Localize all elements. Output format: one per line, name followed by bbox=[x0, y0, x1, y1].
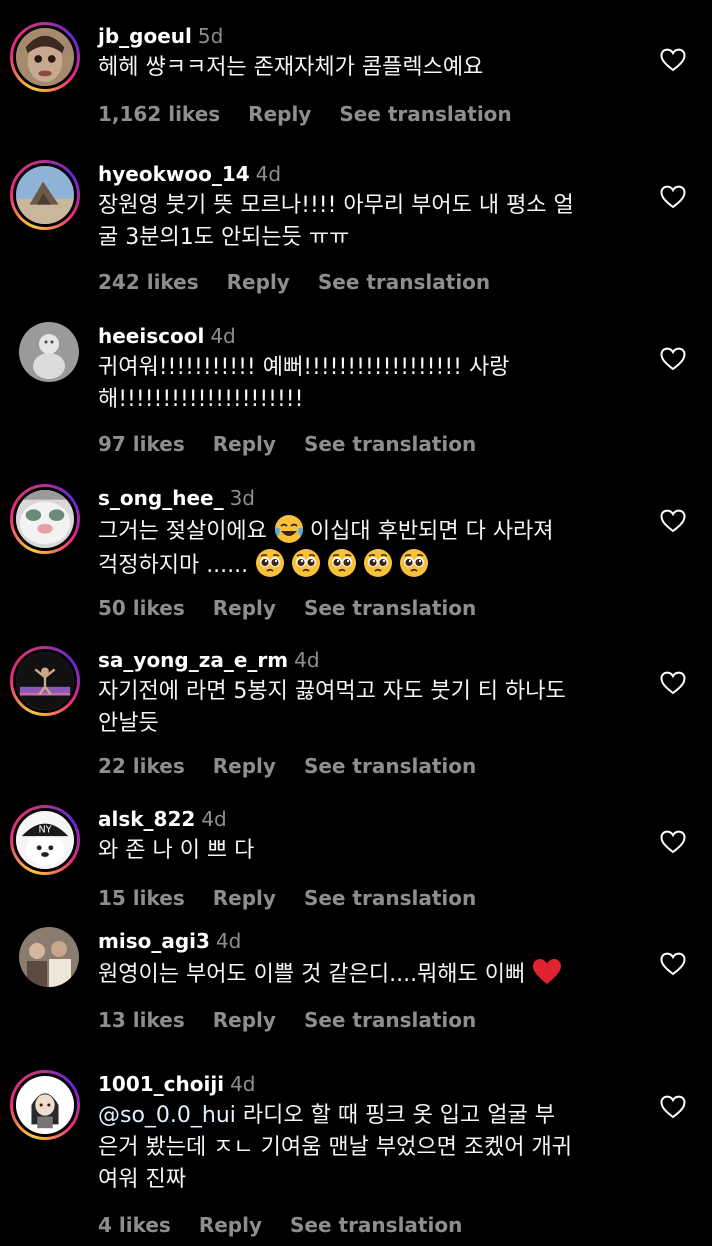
comment-actions: 22 likes Reply See translation bbox=[98, 754, 504, 778]
comment-text-line: 그거는 젖살이에요 bbox=[98, 519, 267, 544]
see-translation-button[interactable]: See translation bbox=[339, 102, 511, 126]
comment-actions: 50 likes Reply See translation bbox=[98, 596, 504, 620]
comment-text: 헤헤 썅ㅋㅋ저는 존재자체가 콤플렉스예요 bbox=[98, 55, 484, 80]
comment-text: 원영이는 부어도 이쁠 것 같은디....뭐해도 이뻐 bbox=[98, 962, 526, 987]
heart-icon[interactable] bbox=[660, 509, 686, 533]
comment-text-line: 장원영 붓기 뜻 모르나!!!! 아무리 부어도 내 평소 얼 bbox=[98, 193, 574, 218]
heart-icon[interactable] bbox=[660, 48, 686, 72]
group-photo-avatar[interactable] bbox=[19, 927, 79, 987]
likes-count[interactable]: 50 likes bbox=[98, 596, 185, 620]
heart-icon[interactable] bbox=[660, 952, 686, 976]
comment-text-line: 해!!!!!!!!!!!!!!!!!!!!! bbox=[98, 387, 304, 412]
reply-button[interactable]: Reply bbox=[213, 596, 276, 620]
tears-of-joy-emoji bbox=[274, 514, 304, 544]
heart-icon[interactable] bbox=[660, 1095, 686, 1119]
pleading-face-emoji bbox=[255, 548, 285, 578]
comment-username[interactable]: s_ong_hee_ bbox=[98, 486, 224, 510]
reply-button[interactable]: Reply bbox=[199, 1213, 262, 1237]
heart-icon[interactable] bbox=[660, 185, 686, 209]
see-translation-button[interactable]: See translation bbox=[304, 754, 476, 778]
see-translation-button[interactable]: See translation bbox=[304, 596, 476, 620]
comment-username[interactable]: sa_yong_za_e_rm bbox=[98, 648, 288, 672]
see-translation-button[interactable]: See translation bbox=[290, 1213, 462, 1237]
comment-text-line: 굴 3분의1도 안되는듯 ㅠㅠ bbox=[98, 225, 350, 250]
heart-icon[interactable] bbox=[660, 830, 686, 854]
see-translation-button[interactable]: See translation bbox=[318, 270, 490, 294]
comment-text-line: 라디오 할 때 핑크 옷 입고 얼굴 부 bbox=[235, 1103, 555, 1128]
see-translation-button[interactable]: See translation bbox=[304, 1008, 476, 1032]
pleading-face-emoji bbox=[327, 548, 357, 578]
doll-face-avatar[interactable] bbox=[10, 22, 80, 92]
svg-text:NY: NY bbox=[38, 824, 51, 835]
see-translation-button[interactable]: See translation bbox=[304, 886, 476, 910]
likes-count[interactable]: 242 likes bbox=[98, 270, 199, 294]
reply-button[interactable]: Reply bbox=[213, 1008, 276, 1032]
rock-landscape-avatar[interactable] bbox=[10, 160, 80, 230]
likes-count[interactable]: 1,162 likes bbox=[98, 102, 220, 126]
reply-button[interactable]: Reply bbox=[248, 102, 311, 126]
heart-icon[interactable] bbox=[660, 347, 686, 371]
comment-time: 4d bbox=[230, 1072, 256, 1096]
cartoon-girl-avatar[interactable] bbox=[10, 1070, 80, 1140]
comment-text-line: 은거 봤는데 ㅈㄴ 기여움 맨날 부었으면 조켔어 개귀 bbox=[98, 1135, 572, 1160]
comment-actions: 97 likes Reply See translation bbox=[98, 432, 504, 456]
dancer-avatar[interactable] bbox=[10, 646, 80, 716]
reply-button[interactable]: Reply bbox=[213, 886, 276, 910]
comment-username[interactable]: 1001_choiji bbox=[98, 1072, 224, 1096]
comment-username[interactable]: jb_goeul bbox=[98, 24, 192, 48]
comment-time: 3d bbox=[229, 486, 255, 510]
comment-time: 4d bbox=[294, 648, 320, 672]
comment-actions: 13 likes Reply See translation bbox=[98, 1008, 504, 1032]
red-heart-emoji bbox=[532, 957, 562, 987]
comments-feed: jb_goeul 5d 헤헤 썅ㅋㅋ저는 존재자체가 콤플렉스예요 1,162 l… bbox=[0, 0, 712, 1246]
comment-text-line: 귀여워!!!!!!!!!!! 예뻐!!!!!!!!!!!!!!!!!! 사랑 bbox=[98, 355, 510, 380]
comment-actions: 4 likes Reply See translation bbox=[98, 1213, 490, 1237]
comment-text-line: 안날듯 bbox=[98, 711, 159, 736]
heart-icon[interactable] bbox=[660, 671, 686, 695]
pleading-face-emoji bbox=[291, 548, 321, 578]
cat-face-avatar[interactable] bbox=[10, 484, 80, 554]
pleading-face-emoji bbox=[363, 548, 393, 578]
reply-button[interactable]: Reply bbox=[213, 432, 276, 456]
comment-actions: 15 likes Reply See translation bbox=[98, 886, 504, 910]
comment-username[interactable]: alsk_822 bbox=[98, 807, 195, 831]
comment-text-line: 이십대 후반되면 다 사라져 bbox=[309, 519, 554, 544]
comment-time: 4d bbox=[201, 807, 227, 831]
comment-username[interactable]: heeiscool bbox=[98, 324, 204, 348]
comment-text: 와 존 나 이 쁘 다 bbox=[98, 838, 255, 863]
comment-time: 4d bbox=[210, 324, 236, 348]
comment-username[interactable]: hyeokwoo_14 bbox=[98, 162, 250, 186]
likes-count[interactable]: 97 likes bbox=[98, 432, 185, 456]
comment-text-line: 여워 진짜 bbox=[98, 1167, 186, 1192]
mention-link[interactable]: @so_0.0_hui bbox=[98, 1103, 236, 1128]
comment-time: 4d bbox=[255, 162, 282, 186]
reply-button[interactable]: Reply bbox=[213, 754, 276, 778]
likes-count[interactable]: 13 likes bbox=[98, 1008, 185, 1032]
pleading-face-emoji bbox=[399, 548, 429, 578]
comment-time: 4d bbox=[215, 929, 242, 953]
comment-actions: 1,162 likes Reply See translation bbox=[98, 102, 540, 126]
snowman-avatar[interactable] bbox=[19, 322, 79, 382]
likes-count[interactable]: 22 likes bbox=[98, 754, 185, 778]
likes-count[interactable]: 15 likes bbox=[98, 886, 185, 910]
likes-count[interactable]: 4 likes bbox=[98, 1213, 171, 1237]
reply-button[interactable]: Reply bbox=[227, 270, 290, 294]
comment-text-line: 자기전에 라면 5봉지 끓여먹고 자도 붓기 티 하나도 bbox=[98, 679, 566, 704]
comment-actions: 242 likes Reply See translation bbox=[98, 270, 518, 294]
dog-cap-avatar[interactable]: NY bbox=[10, 805, 80, 875]
comment-username[interactable]: miso_agi3 bbox=[98, 929, 210, 953]
see-translation-button[interactable]: See translation bbox=[304, 432, 476, 456]
comment-text-line: 걱정하지마 ...... bbox=[98, 553, 249, 578]
comment-time: 5d bbox=[197, 24, 224, 48]
